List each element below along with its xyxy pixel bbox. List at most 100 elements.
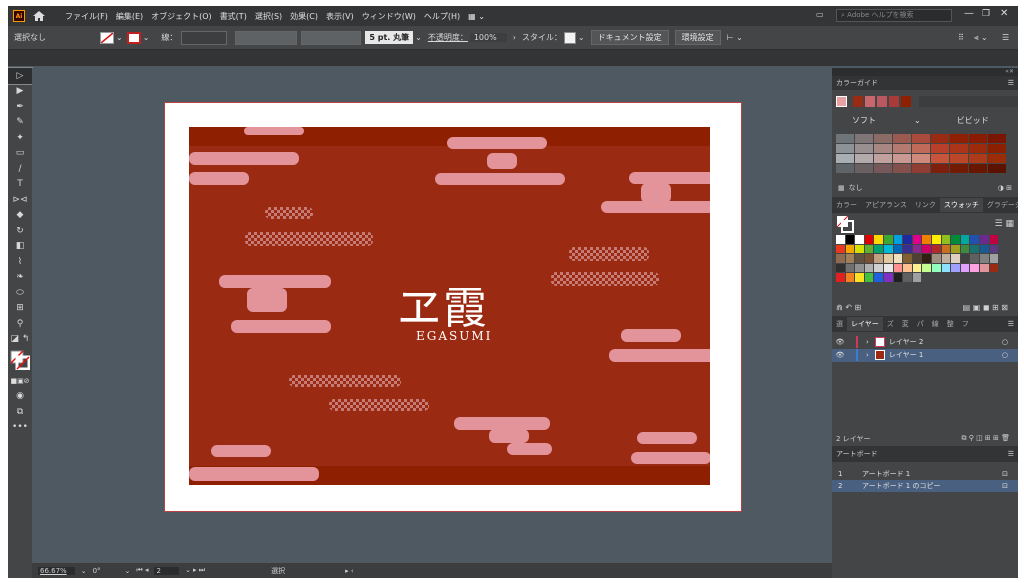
fill-stroke-icon[interactable] (836, 215, 854, 233)
chevron-right-icon[interactable]: › (513, 33, 516, 42)
menu-effect[interactable]: 効果(C) (286, 11, 322, 22)
menu-type[interactable]: 書式(T) (216, 11, 251, 22)
align-icon[interactable]: ⫷ ⌄ (974, 33, 988, 43)
color-guide-chip[interactable] (950, 144, 968, 153)
transform-icon[interactable]: ⠿ (958, 33, 964, 42)
swatch-chip[interactable] (893, 273, 903, 282)
swatch-chip[interactable] (903, 254, 912, 263)
swatch-chip[interactable] (893, 254, 903, 263)
menu-help[interactable]: ヘルプ(H) (420, 11, 464, 22)
swatch-chip[interactable] (970, 263, 979, 272)
artboard-name[interactable]: アートボード 1 のコピー (862, 481, 940, 491)
paintbrush-tool-icon[interactable]: ∕ (8, 161, 32, 177)
swatch-chip[interactable] (979, 244, 989, 253)
color-guide-chip[interactable] (874, 144, 892, 153)
arrange-icon[interactable]: ▭ (816, 10, 824, 19)
swatch-chip[interactable] (931, 263, 941, 272)
stroke-swatch-icon[interactable] (126, 31, 141, 44)
color-guide-chip[interactable] (931, 164, 949, 173)
swatch-chip[interactable] (874, 263, 883, 272)
swatch-chip[interactable] (922, 235, 931, 244)
artboard[interactable]: ヱ霞 EGASUMI (164, 102, 742, 512)
swatch-chip[interactable] (883, 254, 893, 263)
status-menu-icon[interactable]: ▸ ‹ (345, 567, 354, 575)
swatch-chip[interactable] (855, 273, 864, 282)
swatch-chip[interactable] (951, 263, 960, 272)
menu-file[interactable]: ファイル(F) (61, 11, 112, 22)
chevron-down-icon[interactable]: ⌄ (143, 33, 150, 42)
brush-definition[interactable]: 5 pt. 丸筆 (365, 31, 414, 44)
swatches-grid[interactable] (832, 235, 1018, 282)
canvas[interactable]: ヱ霞 EGASUMI (32, 68, 832, 563)
swatch-chip[interactable] (979, 254, 989, 263)
preferences-button[interactable]: 環境設定 (674, 30, 721, 45)
swatch-chip[interactable] (931, 244, 941, 253)
chevron-down-icon[interactable]: ⌄ ▸ ⏭ (185, 566, 205, 575)
zoom-field[interactable]: 66.67% (38, 566, 75, 575)
color-guide-chip[interactable] (988, 164, 1006, 173)
swatch-chip[interactable] (836, 235, 845, 244)
artboard-options-icon[interactable]: ⊡ (1002, 470, 1008, 478)
color-guide-chip[interactable] (912, 134, 930, 143)
swatch-chip[interactable] (874, 254, 883, 263)
swatch-chip[interactable] (989, 263, 999, 272)
swatch-chip[interactable] (951, 254, 960, 263)
stroke-weight-field[interactable] (181, 30, 228, 45)
swatch-chip[interactable] (931, 235, 941, 244)
default-colors-icon[interactable]: ◪ ↰ (8, 332, 32, 348)
swatch-chip[interactable] (845, 254, 855, 263)
artboard-row[interactable]: 1 アートボード 1 ⊡ (832, 468, 1018, 480)
color-guide-chip[interactable] (988, 134, 1006, 143)
color-guide-chip[interactable] (931, 154, 949, 163)
color-guide-chip[interactable] (893, 144, 911, 153)
target-icon[interactable]: ○ (1002, 351, 1008, 359)
base-color-swatch[interactable] (836, 95, 847, 107)
tab-align[interactable]: 整 (943, 317, 958, 331)
artboard-name[interactable]: アートボード 1 (862, 469, 910, 479)
artboard-number-field[interactable]: 2 (154, 566, 179, 575)
color-guide-chip[interactable] (855, 154, 873, 163)
chevron-down-icon[interactable]: ⌄ (415, 33, 422, 42)
swatch-chip[interactable] (864, 254, 874, 263)
color-guide-chip[interactable] (874, 134, 892, 143)
swatch-chip[interactable] (951, 244, 960, 253)
swatch-chip[interactable] (951, 235, 960, 244)
color-guide-chip[interactable] (874, 164, 892, 173)
artboards-title[interactable]: アートボード (836, 447, 878, 461)
color-mode-icons[interactable]: ■▣⊘ (8, 373, 32, 389)
eraser-tool-icon[interactable]: ◆ (8, 208, 32, 224)
color-guide-chip[interactable] (855, 164, 873, 173)
color-guide-chip[interactable] (969, 164, 987, 173)
edit-colors-icon[interactable]: ◑ ⊞ (998, 184, 1012, 192)
menu-edit[interactable]: 編集(E) (112, 11, 147, 22)
color-guide-chip[interactable] (931, 144, 949, 153)
layer-row[interactable]: 👁 › レイヤー 2 ○ (832, 336, 1018, 349)
layer-name[interactable]: レイヤー 2 (889, 337, 923, 347)
blend-tool-icon[interactable]: ❧ (8, 270, 32, 286)
direct-selection-tool-icon[interactable]: ▶ (8, 84, 32, 100)
target-icon[interactable]: ○ (1002, 338, 1008, 346)
swatch-chip[interactable] (989, 254, 999, 263)
swatch-chip[interactable] (941, 244, 951, 253)
tab-transform[interactable]: 変 (898, 317, 913, 331)
swatch-chip[interactable] (970, 235, 979, 244)
swatch-chip[interactable] (922, 254, 931, 263)
artboard-tool-icon[interactable]: ⊞ (8, 301, 32, 317)
color-guide-chip[interactable] (836, 134, 854, 143)
home-icon[interactable] (33, 11, 45, 21)
harmony-rules[interactable] (832, 90, 1018, 112)
color-guide-chip[interactable] (950, 134, 968, 143)
chevron-down-icon[interactable]: ⌄ (116, 33, 123, 42)
visibility-eye-icon[interactable]: 👁 (832, 351, 848, 359)
swatch-chip[interactable] (864, 263, 874, 272)
color-guide-chip[interactable] (912, 154, 930, 163)
tab-swatches[interactable]: スウォッチ (939, 198, 983, 212)
color-guide-chip[interactable] (931, 134, 949, 143)
align-menu-icon[interactable]: ⊢ ⌄ (727, 33, 743, 42)
swatch-chip[interactable] (903, 263, 912, 272)
color-guide-chip[interactable] (836, 154, 854, 163)
swatch-chip[interactable] (893, 244, 903, 253)
swatch-chip[interactable] (960, 235, 970, 244)
selection-tool-icon[interactable]: ▷ (8, 67, 33, 85)
rotate-field[interactable]: 0° (93, 567, 101, 575)
